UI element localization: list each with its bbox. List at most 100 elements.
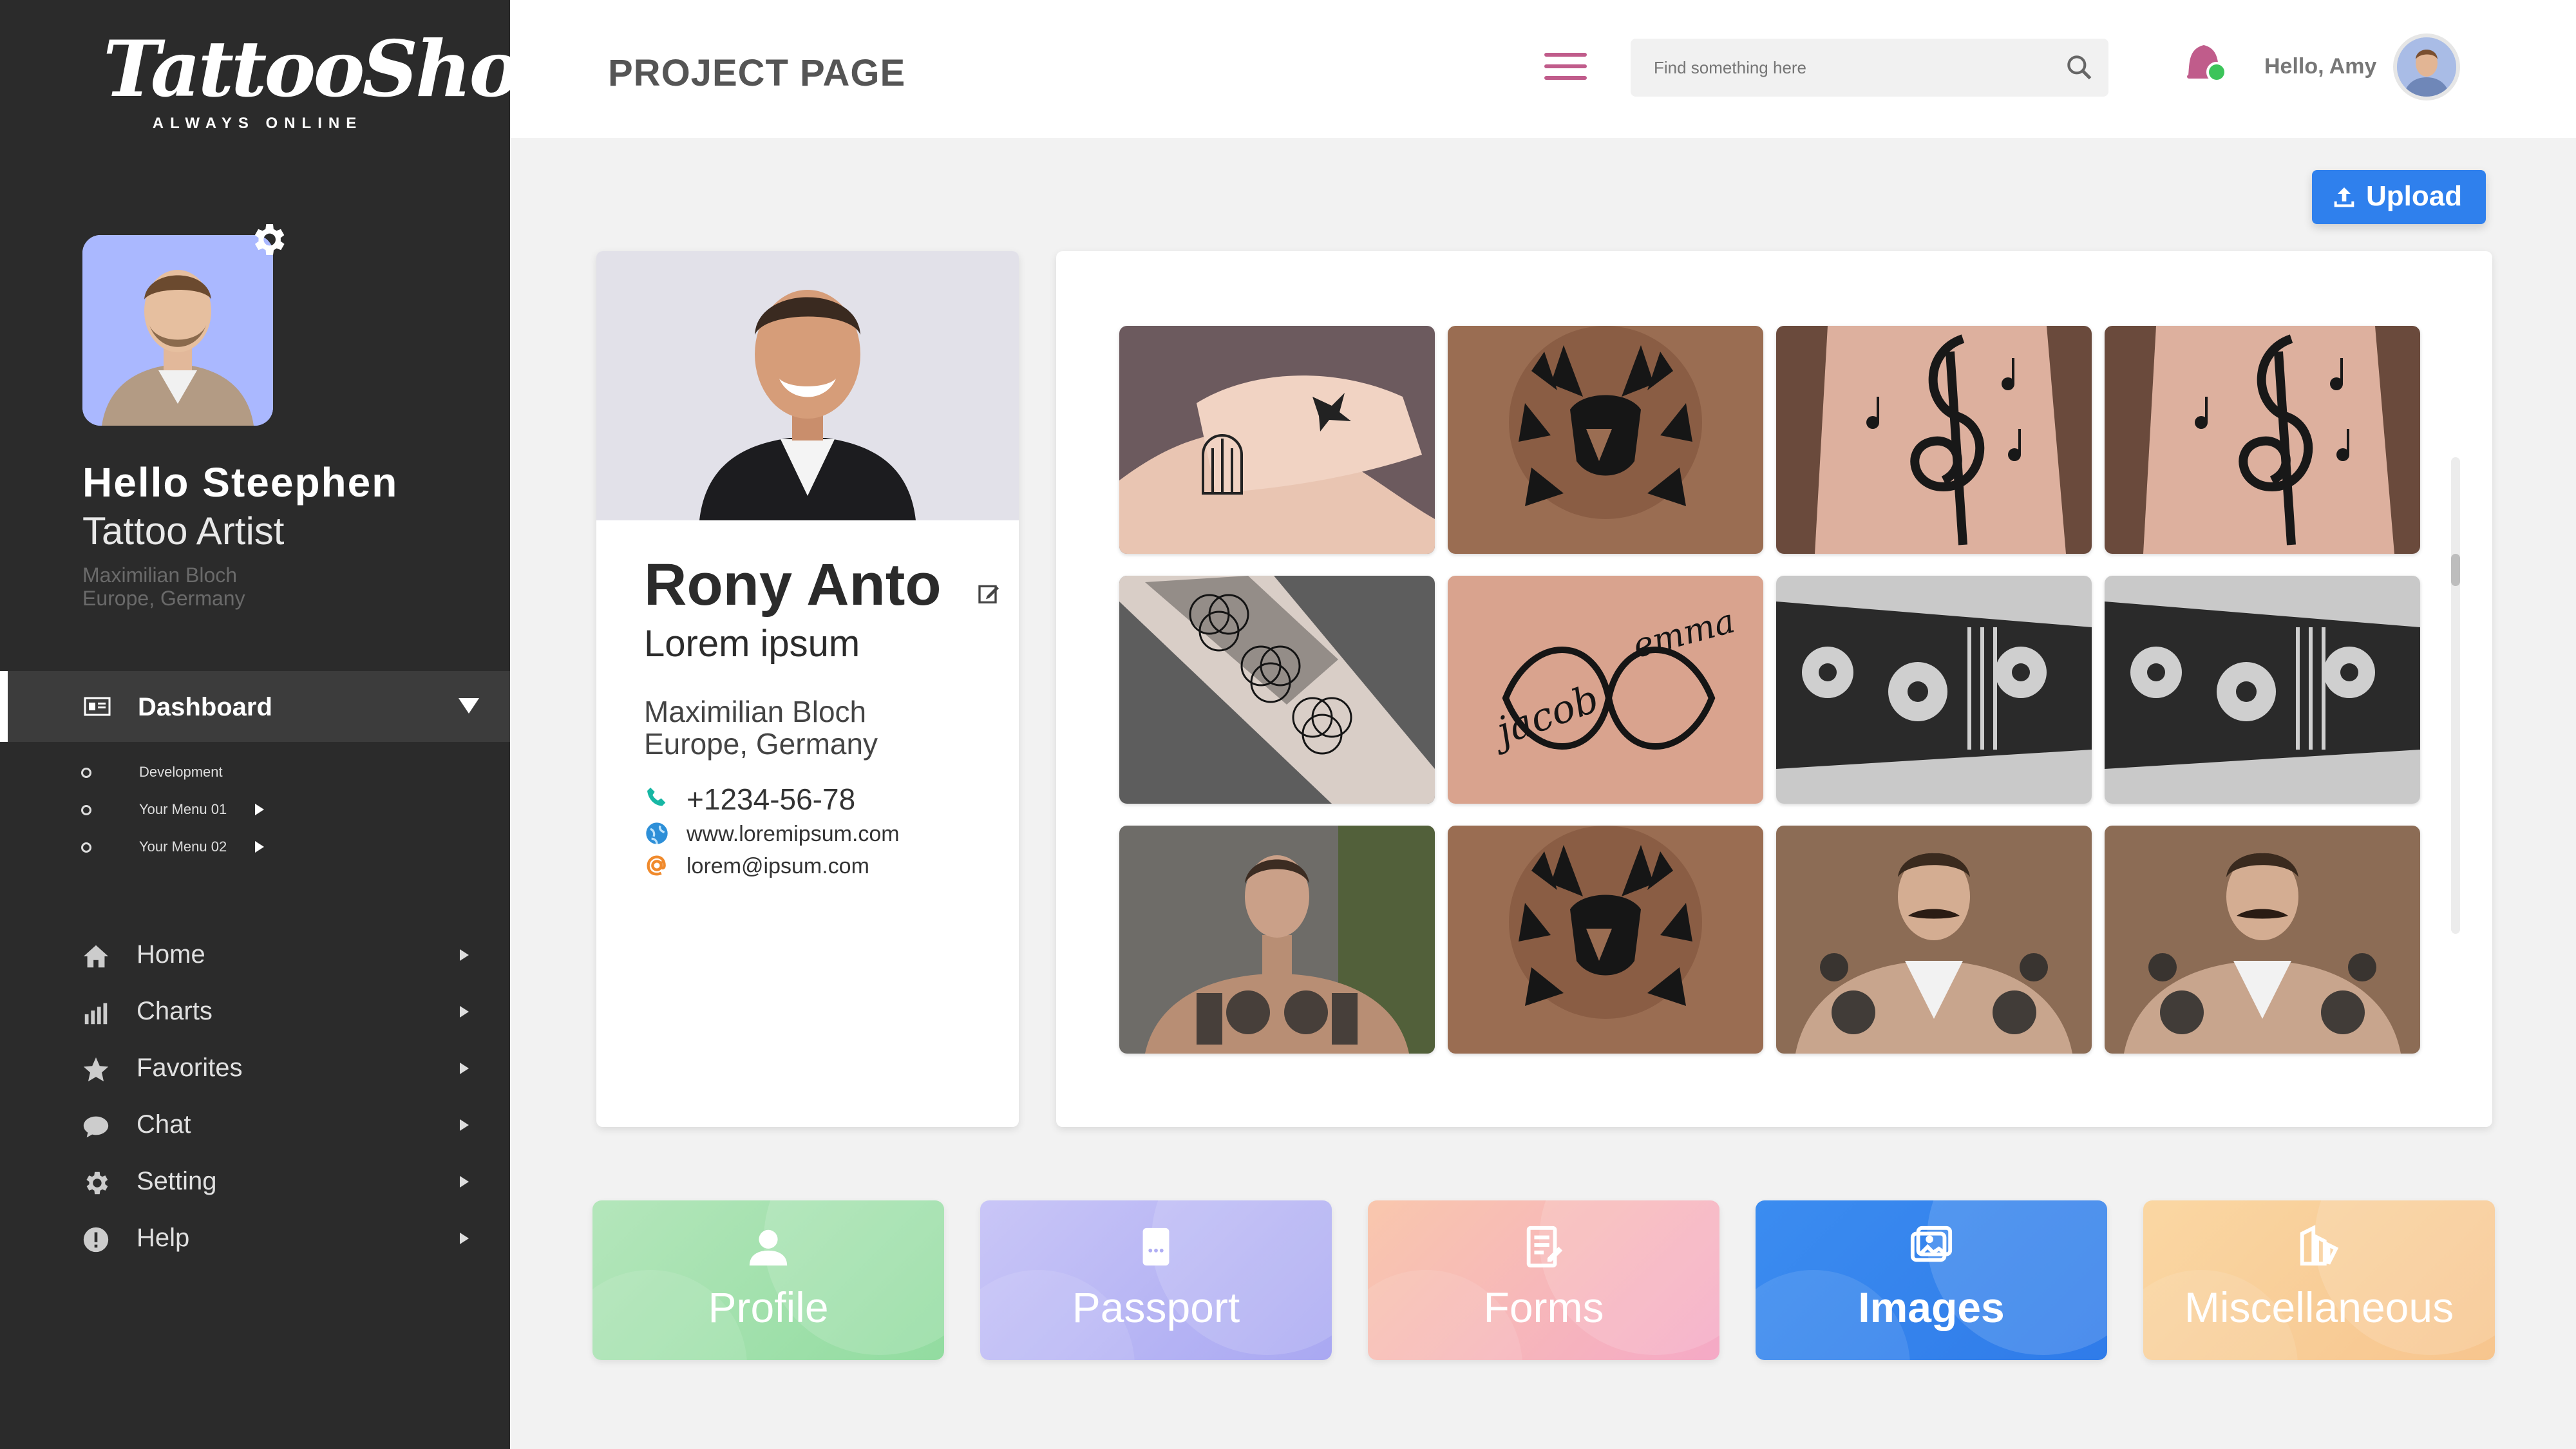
page-title: PROJECT PAGE — [608, 52, 906, 94]
edit-icon[interactable] — [976, 581, 1002, 607]
gallery-image-tattooed-man-mustache[interactable] — [2105, 826, 2420, 1054]
sidebar-item-home[interactable]: Home — [81, 935, 480, 974]
profile-address: Maximilian Bloch Europe, Germany — [644, 696, 878, 760]
user-greeting: Hello, Amy — [2264, 54, 2377, 79]
sidebar-subitem-label: Your Menu 02 — [139, 838, 227, 855]
sidebar-item-help[interactable]: Help — [81, 1218, 480, 1257]
sidebar-item-label: Chat — [137, 1110, 191, 1139]
at-sign-icon — [647, 855, 666, 876]
tile-passport[interactable]: Passport — [980, 1200, 1332, 1360]
sidebar-item-favorites[interactable]: Favorites — [81, 1048, 480, 1087]
chat-bubble-icon — [83, 1116, 109, 1138]
tile-profile[interactable]: Profile — [592, 1200, 944, 1360]
sidebar-location: Maximilian Bloch Europe, Germany — [82, 564, 245, 610]
tile-images[interactable]: Images — [1756, 1200, 2107, 1360]
sidebar-subitem-label: Development — [139, 764, 223, 780]
chevron-right-icon — [460, 1233, 469, 1244]
sidebar-subitem-label: Your Menu 01 — [139, 801, 227, 817]
bar-chart-icon — [84, 1003, 108, 1025]
gallery-image-geometric-arm-tattoo[interactable] — [1119, 576, 1435, 804]
chevron-right-icon — [460, 1119, 469, 1131]
sidebar-item-chat[interactable]: Chat — [81, 1105, 480, 1144]
search-bar — [1631, 39, 2108, 97]
home-icon — [83, 945, 109, 968]
sidebar-greeting: Hello Steephen — [82, 459, 399, 506]
gallery-image-floral-sleeve-tattoo[interactable] — [1776, 576, 2092, 804]
gallery-image-treble-clef-neck-tattoo[interactable] — [2105, 326, 2420, 554]
bullet-icon — [81, 805, 91, 815]
image-gallery: jacob emma — [1056, 251, 2492, 1127]
gallery-image-hand-bird-cage-tattoo[interactable] — [1119, 326, 1435, 554]
brand-logo[interactable]: TattooShops ALWAYS ONLINE — [103, 24, 613, 133]
tile-label: Passport — [1072, 1283, 1240, 1331]
tile-label: Profile — [708, 1283, 829, 1331]
brand-name: TattooShops — [103, 24, 613, 115]
dropdown-caret-icon[interactable] — [459, 698, 479, 714]
settings-gear-icon[interactable] — [247, 219, 289, 260]
misc-icon — [2300, 1225, 2339, 1266]
gallery-image-infinity-names-tattoo[interactable]: jacob emma — [1448, 576, 1763, 804]
profile-subtitle: Lorem ipsum — [644, 623, 860, 665]
passport-icon — [1142, 1227, 1170, 1266]
sidebar: TattooShops ALWAYS ONLINE Hello Steephen… — [0, 0, 613, 1449]
tile-miscellaneous[interactable]: Miscellaneous — [2143, 1200, 2495, 1360]
gallery-image-lion-tattoo[interactable] — [1448, 326, 1763, 554]
sidebar-item-label: Favorites — [137, 1054, 243, 1082]
bullet-icon — [81, 768, 91, 778]
tile-label: Forms — [1483, 1283, 1604, 1331]
top-header: PROJECT PAGE Hello, Amy — [510, 0, 2576, 138]
chevron-right-icon — [460, 1063, 469, 1074]
brand-tagline: ALWAYS ONLINE — [152, 115, 363, 132]
chevron-right-icon — [460, 1176, 469, 1188]
dashboard-icon — [84, 697, 111, 716]
sidebar-role: Tattoo Artist — [82, 509, 285, 553]
gallery-image-treble-clef-neck-tattoo[interactable] — [1776, 326, 2092, 554]
upload-button[interactable]: Upload — [2312, 170, 2486, 224]
upload-icon — [2334, 187, 2354, 207]
gallery-image-tattooed-man-portrait[interactable] — [1119, 826, 1435, 1054]
notification-bell-icon[interactable] — [2182, 37, 2228, 86]
search-input[interactable] — [1654, 53, 2040, 82]
form-icon — [1526, 1226, 1563, 1268]
sidebar-item-dashboard-label: Dashboard — [138, 693, 272, 721]
profile-email-text: lorem@ipsum.com — [687, 854, 869, 878]
gallery-scrollbar-track[interactable] — [2451, 457, 2460, 934]
tile-label: Miscellaneous — [2184, 1283, 2454, 1331]
profile-name: Rony Anto — [644, 552, 942, 618]
sidebar-location-line1: Maximilian Bloch — [82, 564, 238, 587]
tile-forms[interactable]: Forms — [1368, 1200, 1719, 1360]
sidebar-item-label: Home — [137, 940, 205, 969]
gallery-scrollbar-thumb[interactable] — [2451, 554, 2460, 586]
profile-address-line2: Europe, Germany — [644, 727, 878, 761]
chevron-right-icon — [460, 1006, 469, 1018]
person-icon — [749, 1229, 788, 1266]
sidebar-item-label: Charts — [137, 997, 213, 1025]
exclamation-icon — [83, 1227, 109, 1253]
profile-phone-text: +1234-56-78 — [687, 782, 856, 816]
tile-label: Images — [1858, 1283, 2005, 1331]
sidebar-item-dashboard[interactable]: Dashboard — [0, 671, 510, 742]
chevron-right-icon — [255, 804, 264, 815]
gallery-image-floral-sleeve-tattoo[interactable] — [2105, 576, 2420, 804]
upload-button-label: Upload — [2366, 180, 2463, 212]
images-icon — [1910, 1226, 1953, 1262]
gear-icon — [86, 1171, 108, 1195]
sidebar-item-label: Help — [137, 1224, 190, 1252]
gallery-image-tattooed-man-mustache[interactable] — [1776, 826, 2092, 1054]
sidebar-item-charts[interactable]: Charts — [81, 992, 480, 1030]
profile-photo — [596, 251, 1019, 520]
user-avatar[interactable] — [2393, 33, 2460, 100]
bullet-icon — [81, 842, 91, 853]
user-avatar[interactable] — [82, 235, 273, 426]
sidebar-location-line2: Europe, Germany — [82, 587, 245, 610]
gallery-image-lion-tattoo[interactable] — [1448, 826, 1763, 1054]
chevron-right-icon — [460, 949, 469, 961]
profile-card: Rony Anto Lorem ipsum Maximilian Bloch E… — [596, 251, 1019, 1127]
hamburger-menu-icon[interactable] — [1544, 53, 1587, 82]
sidebar-item-label: Setting — [137, 1167, 217, 1195]
profile-website-text: www.loremipsum.com — [687, 822, 900, 846]
sidebar-item-setting[interactable]: Setting — [81, 1162, 480, 1200]
globe-icon — [646, 822, 668, 844]
star-icon — [83, 1057, 109, 1082]
search-icon[interactable] — [2063, 52, 2096, 84]
